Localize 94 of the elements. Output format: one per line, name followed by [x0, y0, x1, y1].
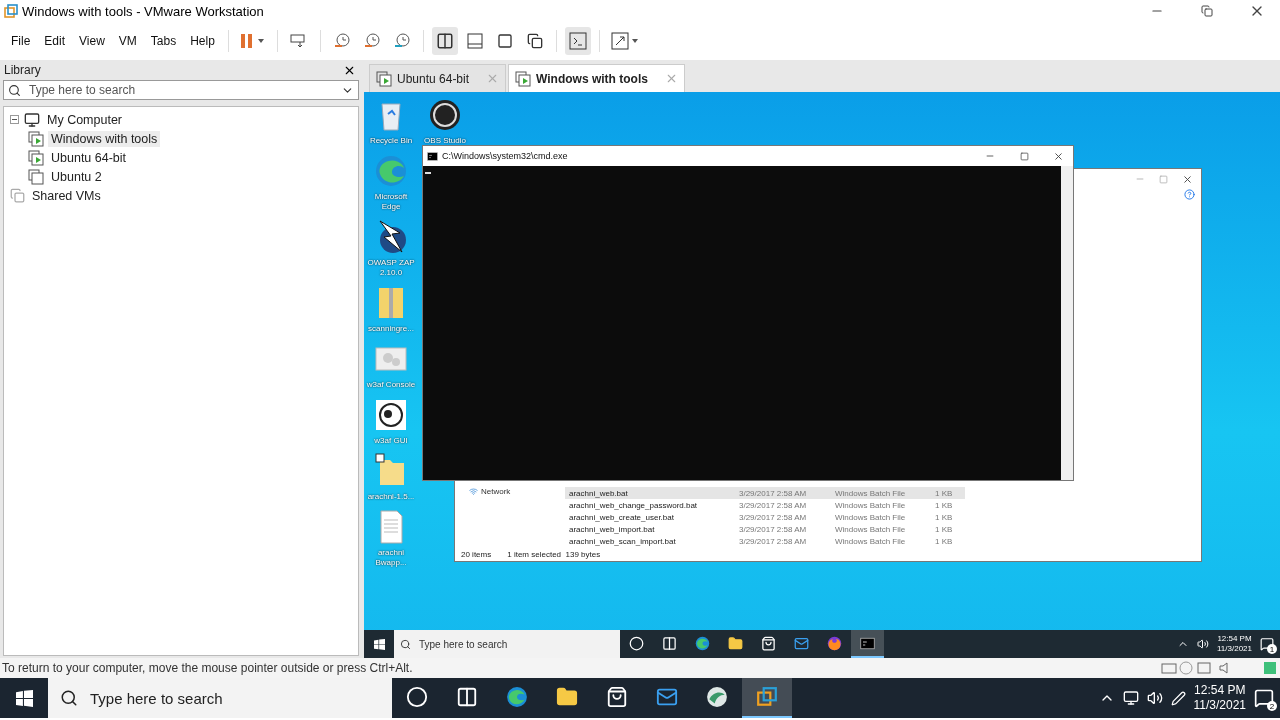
- clock[interactable]: 12:54 PM 11/3/2021: [1217, 634, 1252, 654]
- pause-icon: [239, 33, 266, 49]
- status-hint: To return to your computer, move the mouse pointer outside or press Ctrl+Alt.: [2, 661, 414, 675]
- circle-icon: [406, 686, 428, 708]
- help-icon[interactable]: [1184, 189, 1195, 200]
- mail-icon: [794, 635, 809, 651]
- window-title: C:\Windows\system32\cmd.exe: [442, 151, 569, 161]
- clock[interactable]: 12:54 PM 11/3/2021: [1193, 683, 1246, 713]
- task-view-icon: [456, 686, 478, 708]
- text-cursor: [425, 172, 431, 174]
- tree-item[interactable]: My Computer: [44, 111, 126, 128]
- stacked-squares-icon: [526, 33, 543, 49]
- clock-icon: [392, 32, 411, 50]
- search-icon: [60, 689, 78, 707]
- search-icon: [8, 83, 21, 97]
- network-icon: [469, 487, 478, 496]
- console-view-button[interactable]: [564, 27, 591, 55]
- speaker-icon[interactable]: [1146, 690, 1163, 706]
- globe-icon: [706, 686, 728, 708]
- file-row[interactable]: arachni_web_change_password.bat 3/29/2017 2:58 AM Windows Batch File 1 KB: [565, 499, 965, 511]
- windows-logo-icon: [15, 689, 33, 707]
- tree-item[interactable]: Windows with tools: [48, 130, 161, 147]
- menu-item[interactable]: VM: [113, 30, 142, 52]
- status-text: 1 item selected 139 bytes: [507, 549, 601, 559]
- tree-item[interactable]: Ubuntu 2: [48, 168, 105, 185]
- overlapping-squares-icon: [756, 686, 778, 708]
- windows-logo-icon: [373, 638, 385, 650]
- menu-item[interactable]: Edit: [39, 30, 71, 52]
- resize-arrow-icon: [610, 32, 641, 50]
- search-field[interactable]: Type here to search: [394, 630, 620, 658]
- shopping-bag-icon: [606, 686, 628, 708]
- search-input[interactable]: Type here to search: [88, 688, 380, 708]
- speaker-icon[interactable]: [1197, 638, 1209, 650]
- sidebar-layout-icon: [435, 32, 454, 50]
- menu-item[interactable]: Tabs: [145, 30, 182, 52]
- terminal-icon: [860, 635, 875, 651]
- time-text: 12:54 PM: [1194, 683, 1246, 698]
- window-title: Windows with tools - VMware Workstation: [22, 3, 265, 19]
- clock-icon: [362, 32, 381, 50]
- date-text: 11/3/2021: [1217, 644, 1252, 654]
- search-field[interactable]: Type here to search: [3, 80, 359, 100]
- speech-bubble-icon: [1260, 637, 1274, 651]
- menu-item[interactable]: File: [6, 30, 36, 52]
- notification-count: 1: [1267, 644, 1277, 654]
- restore-icon: [1201, 5, 1213, 17]
- menu-item[interactable]: View: [74, 30, 110, 52]
- notifications-button[interactable]: 2: [1254, 688, 1274, 708]
- monitor-icon: [24, 111, 40, 128]
- mail-icon: [656, 686, 678, 708]
- file-row[interactable]: arachni_web_scan_import.bat 3/29/2017 2:58 AM Windows Batch File 1 KB: [565, 535, 965, 547]
- shared-vms-icon: [10, 188, 25, 203]
- collapse-icon[interactable]: [10, 115, 19, 124]
- bottom-bar-layout-icon: [465, 32, 484, 50]
- file-row[interactable]: arachni_web_create_user.bat 3/29/2017 2:58 AM Windows Batch File 1 KB: [565, 511, 965, 523]
- square-icon: [496, 33, 513, 49]
- tab[interactable]: Ubuntu 64-bit: [369, 64, 507, 92]
- network-icon[interactable]: [1122, 690, 1139, 706]
- status-text: 20 items: [461, 549, 492, 559]
- file-row[interactable]: arachni_web.bat 3/29/2017 2:58 AM Windows Batch File 1 KB: [565, 487, 965, 499]
- panel-title: Library: [4, 63, 41, 77]
- clock-icon: [332, 32, 351, 50]
- tree-item[interactable]: Ubuntu 64-bit: [48, 149, 130, 166]
- keyboard-send-icon: [289, 33, 308, 49]
- task-view-icon: [662, 635, 677, 651]
- scrollbar[interactable]: [1061, 166, 1073, 480]
- notification-count: 2: [1267, 701, 1277, 711]
- shopping-bag-icon: [761, 635, 776, 651]
- file-row[interactable]: arachni_web_import.bat 3/29/2017 2:58 AM Windows Batch File 1 KB: [565, 523, 965, 535]
- time-text: 12:54 PM: [1217, 634, 1252, 644]
- nav-item[interactable]: Network: [481, 487, 511, 496]
- vm-running-icon: [515, 70, 532, 87]
- search-input[interactable]: Type here to search: [27, 82, 335, 98]
- app-logo-icon: [4, 4, 18, 18]
- terminal-icon: [568, 32, 587, 50]
- tab[interactable]: Windows with tools: [508, 64, 685, 92]
- speech-bubble-icon: [1254, 688, 1274, 708]
- search-icon: [400, 638, 411, 650]
- notifications-button[interactable]: 1: [1260, 637, 1274, 651]
- menu-item[interactable]: Help: [185, 30, 220, 52]
- tree-item[interactable]: Shared VMs: [29, 187, 104, 204]
- pen-icon[interactable]: [1170, 690, 1186, 706]
- close-icon[interactable]: [1182, 173, 1193, 185]
- taskbar-app-button[interactable]: [851, 630, 884, 658]
- close-icon: [1052, 150, 1064, 162]
- terminal-icon: [427, 150, 438, 162]
- vm-running-icon: [376, 70, 392, 87]
- search-field[interactable]: Type here to search: [48, 678, 392, 718]
- library-view-button[interactable]: [431, 27, 458, 55]
- folder-icon: [556, 686, 578, 708]
- folder-icon: [728, 635, 743, 651]
- search-input[interactable]: Type here to search: [417, 637, 614, 651]
- circle-icon: [629, 635, 644, 651]
- date-text: 11/3/2021: [1193, 698, 1246, 713]
- maximize-icon: [1019, 151, 1029, 161]
